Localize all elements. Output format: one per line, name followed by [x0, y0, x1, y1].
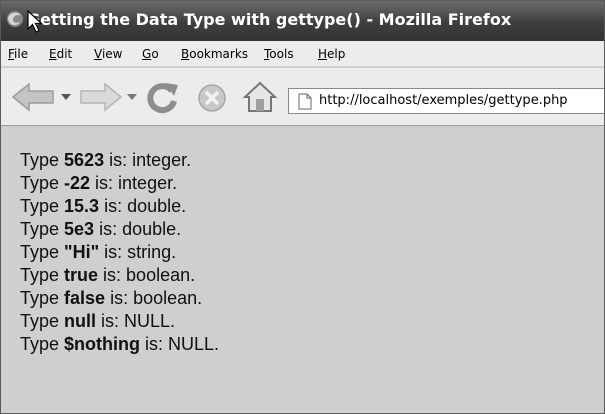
mouse-cursor-icon [27, 10, 44, 33]
menu-tools[interactable]: Tools [264, 47, 294, 61]
type-line: Type 5623 is: integer. [20, 150, 192, 170]
navigation-toolbar: http://localhost/exemples/gettype.php [1, 68, 604, 126]
menu-help[interactable]: Help [318, 47, 345, 61]
menu-edit[interactable]: Edit [49, 47, 72, 61]
stop-icon[interactable] [197, 83, 227, 113]
menu-bookmarks[interactable]: Bookmarks [181, 47, 248, 61]
type-line: Type null is: NULL. [20, 311, 176, 331]
window-title: Getting the Data Type with gettype() - M… [27, 10, 512, 29]
type-line: Type 5e3 is: double. [20, 219, 182, 239]
back-dropdown-icon[interactable] [61, 94, 71, 101]
type-line: Type "Hi" is: string. [20, 242, 177, 262]
menu-bar: File Edit View Go Bookmarks Tools Help [1, 41, 604, 67]
page-icon [298, 93, 312, 110]
title-bar: Getting the Data Type with gettype() - M… [1, 1, 604, 41]
firefox-icon [7, 11, 23, 27]
back-arrow-icon[interactable] [11, 82, 55, 112]
menu-view[interactable]: View [94, 47, 122, 61]
type-line: Type false is: boolean. [20, 288, 203, 308]
forward-arrow-icon[interactable] [79, 82, 123, 112]
type-line: Type true is: boolean. [20, 265, 196, 285]
menu-go[interactable]: Go [142, 47, 159, 61]
type-list: Type 5623 is: integer. Type -22 is: inte… [20, 149, 219, 356]
page-content: Type 5623 is: integer. Type -22 is: inte… [1, 127, 604, 413]
browser-window: Getting the Data Type with gettype() - M… [0, 0, 605, 414]
address-bar[interactable]: http://localhost/exemples/gettype.php [288, 88, 604, 114]
reload-icon[interactable] [144, 81, 180, 115]
home-icon[interactable] [243, 80, 277, 114]
type-line: Type $nothing is: NULL. [20, 334, 220, 354]
type-line: Type 15.3 is: double. [20, 196, 187, 216]
menu-file[interactable]: File [8, 47, 28, 61]
address-url: http://localhost/exemples/gettype.php [319, 93, 568, 108]
type-line: Type -22 is: integer. [20, 173, 178, 193]
forward-dropdown-icon[interactable] [127, 94, 137, 101]
